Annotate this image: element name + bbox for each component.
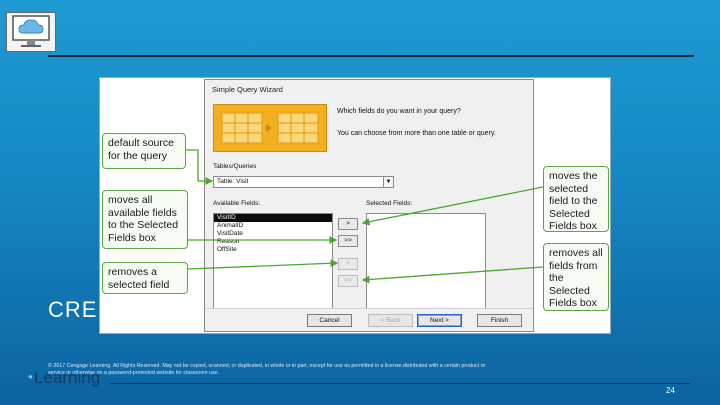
list-item[interactable]: VisitID <box>214 214 332 222</box>
list-item[interactable]: OffSite <box>214 246 332 254</box>
wizard-hint: You can choose from more than one table … <box>337 130 496 137</box>
back-button[interactable]: < Back <box>368 314 413 327</box>
wizard-question: Which fields do you want in your query? <box>337 108 461 115</box>
available-fields-label: Available Fields: <box>213 200 261 207</box>
title-rule <box>48 55 694 57</box>
selected-fields-label: Selected Fields: <box>366 200 413 207</box>
dialog-title: Simple Query Wizard <box>212 85 283 94</box>
tables-queries-label: Tables/Queries <box>213 163 257 170</box>
brand-dot-icon: ● <box>28 372 33 381</box>
wizard-table-graphic <box>213 104 327 152</box>
finish-button[interactable]: Finish <box>477 314 522 327</box>
cloud-computer-logo <box>6 12 56 52</box>
next-button[interactable]: Next > <box>417 314 462 327</box>
callout-default-source: default source for the query <box>102 133 186 169</box>
list-item[interactable]: VisitDate <box>214 230 332 238</box>
remove-field-button[interactable]: < <box>338 258 358 270</box>
slide-title: CRE <box>48 297 98 322</box>
list-item[interactable]: AnimalID <box>214 222 332 230</box>
move-field-button[interactable]: > <box>338 218 358 230</box>
remove-all-fields-button[interactable]: << <box>338 275 358 287</box>
callout-removes-selected: removes a selected field <box>102 262 188 294</box>
selected-fields-list[interactable] <box>366 213 486 309</box>
tables-queries-select[interactable]: Table: Visit ▼ <box>213 176 394 188</box>
callout-moves-all-available: moves all available fields to the Select… <box>102 190 188 249</box>
page-number: 24 <box>666 386 675 395</box>
cancel-button[interactable]: Cancel <box>307 314 352 327</box>
callout-moves-selected: moves the selected field to the Selected… <box>543 166 609 232</box>
callout-removes-all: removes all fields from the Selected Fie… <box>543 243 609 311</box>
footer-rule <box>110 383 690 384</box>
simple-query-wizard-dialog: Simple Query Wizard Which fields do you … <box>204 79 534 332</box>
tables-queries-value: Table: Visit <box>217 178 249 185</box>
list-item[interactable]: Reason <box>214 238 332 246</box>
move-all-fields-button[interactable]: >> <box>338 235 358 247</box>
chevron-down-icon[interactable]: ▼ <box>383 177 393 187</box>
dialog-separator <box>205 308 533 309</box>
available-fields-list[interactable]: VisitID AnimalID VisitDate Reason OffSit… <box>213 213 333 309</box>
copyright-notice: © 2017 Cengage Learning. All Rights Rese… <box>48 363 486 376</box>
